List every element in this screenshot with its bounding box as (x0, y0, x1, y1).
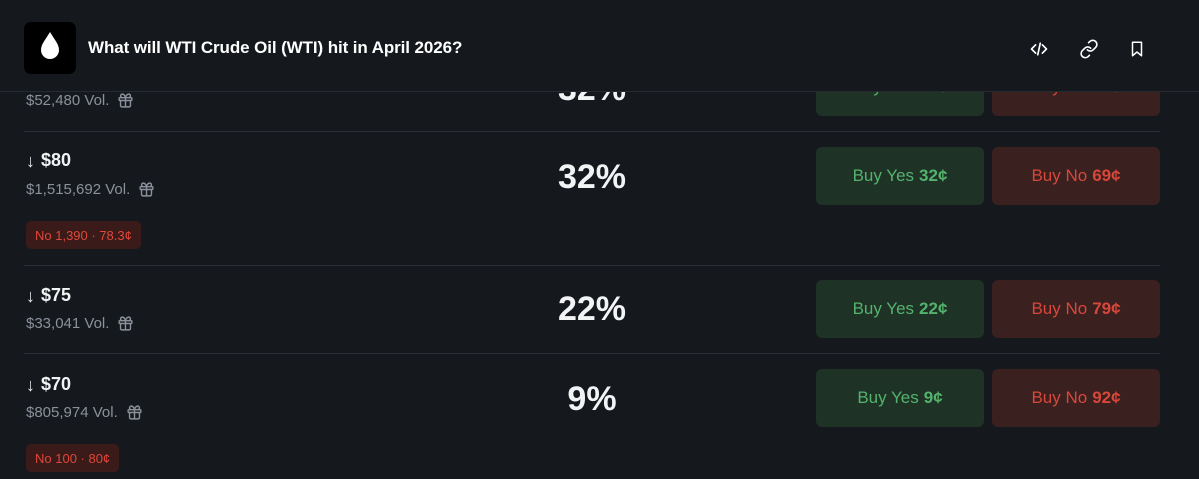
arrow-down-icon: ↓ (26, 150, 35, 171)
volume-info: $805,974 Vol. (26, 404, 143, 421)
volume-text: $33,041 Vol. (26, 315, 110, 332)
outcome-probability: 32% (557, 158, 627, 196)
buy-yes-button[interactable]: Buy Yes 9¢ (816, 369, 984, 427)
buy-no-label: Buy No (1031, 166, 1088, 185)
buy-yes-price: 9¢ (923, 388, 943, 407)
buy-yes-button[interactable]: Buy Yes32¢ (816, 147, 984, 205)
buy-no-price: 69¢ (1092, 166, 1121, 185)
gift-icon[interactable] (117, 315, 134, 332)
link-icon[interactable] (1078, 38, 1100, 60)
volume-text: $1,515,692 Vol. (26, 181, 131, 198)
buy-no-button[interactable]: Buy No69¢ (992, 147, 1160, 205)
arrow-down-icon: ↓ (26, 374, 35, 395)
buy-yes-label: Buy Yes (852, 299, 915, 318)
market-header: What will WTI Crude Oil (WTI) hit in Apr… (0, 0, 1199, 92)
page-title: What will WTI Crude Oil (WTI) hit in Apr… (88, 38, 463, 57)
gift-icon[interactable] (138, 181, 155, 198)
buy-no-label: Buy No (1031, 299, 1088, 318)
buy-no-button[interactable]: Buy No 79¢ (992, 280, 1160, 338)
outcome-row[interactable]: ↓ $80 $1,515,692 Vol. No 1,390 · 78.3¢ 3… (0, 132, 1199, 265)
buy-no-label: Buy No (1031, 388, 1088, 407)
outcome-label: ↓ $70 (26, 374, 71, 395)
outcome-probability: 9% (567, 380, 617, 418)
bookmark-icon[interactable] (1126, 38, 1148, 60)
oil-drop-icon (39, 31, 61, 66)
buy-no-button[interactable]: Buy No 92¢ (992, 369, 1160, 427)
outcome-label: ↓ $75 (26, 285, 71, 306)
buy-yes-price: 32¢ (919, 166, 948, 185)
outcome-price-label: $70 (41, 374, 72, 394)
buy-yes-label: Buy Yes (857, 388, 919, 407)
position-badge[interactable]: No 1,390 · 78.3¢ (26, 221, 141, 249)
buy-yes-price: 22¢ (919, 299, 948, 318)
market-page: 32% Buy Yes32¢ Buy No69¢ $52,480 Vol. ↓ … (0, 0, 1199, 479)
market-logo (24, 22, 76, 74)
outcome-probability: 22% (557, 290, 627, 328)
arrow-down-icon: ↓ (26, 285, 35, 306)
volume-info: $33,041 Vol. (26, 315, 134, 332)
gift-icon[interactable] (126, 404, 143, 421)
volume-info: $52,480 Vol. (26, 92, 134, 109)
buy-yes-button[interactable]: Buy Yes 22¢ (816, 280, 984, 338)
outcome-row[interactable]: ↓ $70 $805,974 Vol. No 100 · 80¢ 9% Buy … (0, 354, 1199, 479)
outcome-row[interactable]: ↓ $75 $33,041 Vol. 22% Buy Yes 22¢ Buy No… (0, 266, 1199, 353)
outcome-price-label: $80 (41, 150, 72, 170)
gift-icon[interactable] (117, 92, 134, 109)
code-icon[interactable] (1028, 38, 1050, 60)
volume-text: $805,974 Vol. (26, 404, 118, 421)
outcome-label: ↓ $80 (26, 150, 71, 171)
position-badge[interactable]: No 100 · 80¢ (26, 444, 120, 472)
volume-text: $52,480 Vol. (26, 92, 110, 109)
outcome-price-label: $75 (41, 285, 72, 305)
buy-no-price: 92¢ (1092, 388, 1121, 407)
buy-yes-label: Buy Yes (852, 166, 915, 185)
volume-info: $1,515,692 Vol. (26, 181, 155, 198)
buy-no-price: 79¢ (1092, 299, 1121, 318)
